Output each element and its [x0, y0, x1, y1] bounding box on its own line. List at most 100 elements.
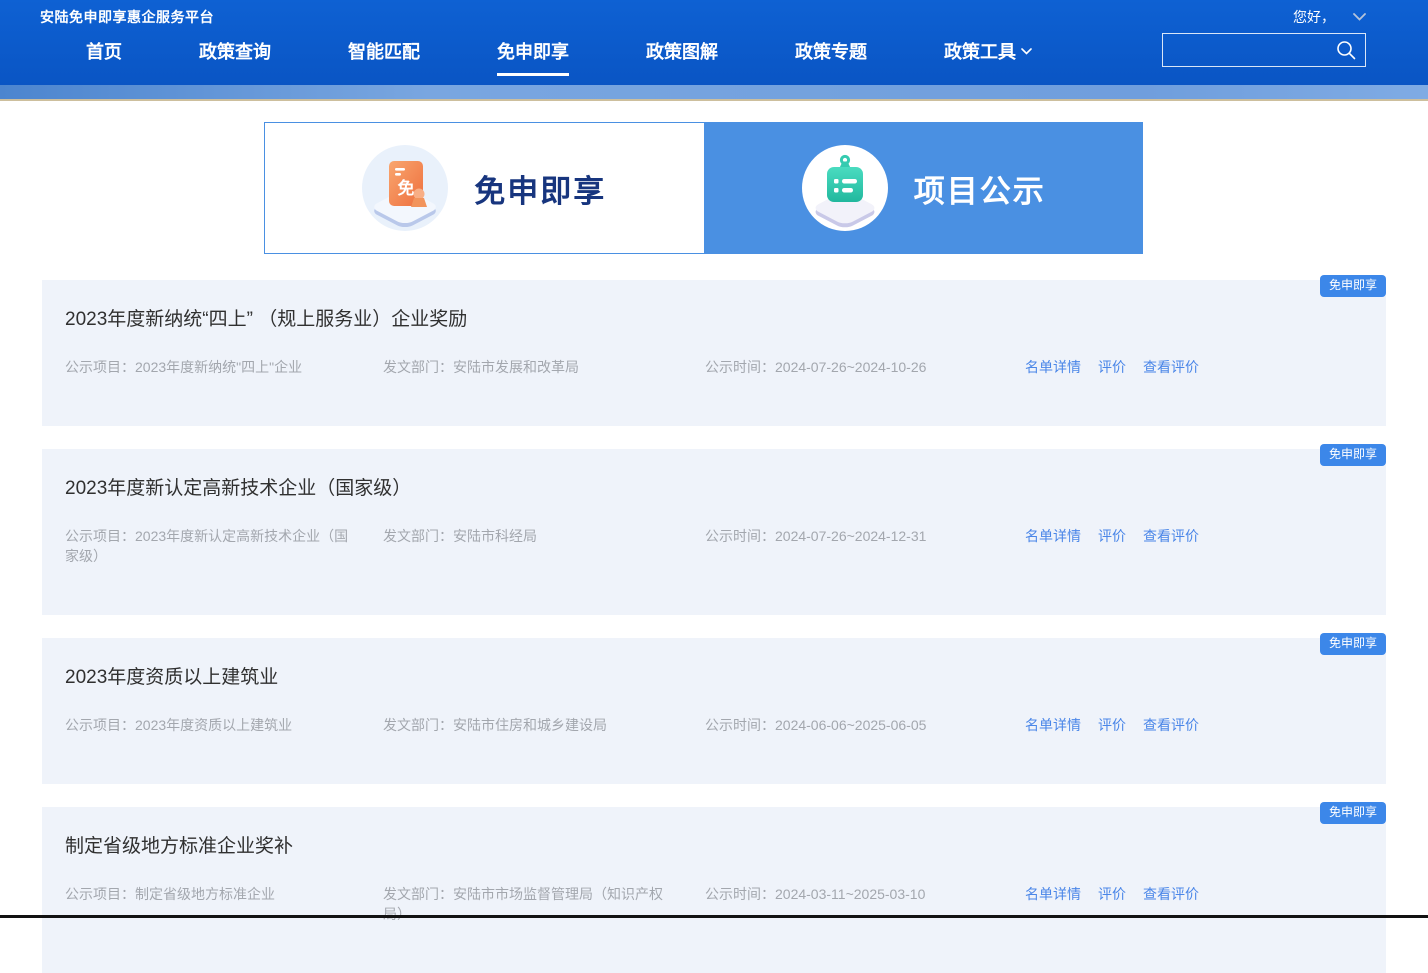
project-field-value: 2023年度新纳统"四上"企业 [135, 359, 302, 375]
project-field: 公示项目：2023年度新纳统"四上"企业 [65, 357, 360, 377]
department-field-label: 发文部门： [383, 717, 453, 733]
evaluate-link[interactable]: 评价 [1098, 357, 1126, 377]
time-field: 公示时间：2024-03-11~2025-03-10 [705, 884, 968, 904]
view-evaluation-link[interactable]: 查看评价 [1143, 526, 1199, 546]
section-tabs: 免 免申即享 [264, 122, 1143, 254]
status-badge: 免申即享 [1320, 633, 1386, 655]
project-meta: 公示项目：2023年度新纳统"四上"企业 发文部门：安陆市发展和改革局 公示时间… [65, 357, 1363, 377]
nav-item-label: 政策工具 [944, 38, 1016, 64]
project-field-label: 公示项目： [65, 359, 135, 375]
tab-xiangmugongshi[interactable]: 项目公示 [705, 122, 1144, 254]
department-field: 发文部门：安陆市市场监督管理局（知识产权局） [383, 884, 671, 924]
nav-item-政策工具[interactable]: 政策工具 [944, 38, 1032, 73]
tab-label: 免申即享 [474, 166, 606, 211]
project-title: 2023年度新纳统“四上” （规上服务业）企业奖励 [65, 307, 1363, 333]
status-badge: 免申即享 [1320, 444, 1386, 466]
department-field-label: 发文部门： [383, 359, 453, 375]
project-field-label: 公示项目： [65, 886, 135, 902]
time-field-value: 2024-07-26~2024-12-31 [775, 528, 926, 544]
nav-item-label: 智能匹配 [348, 38, 420, 64]
time-field: 公示时间：2024-07-26~2024-12-31 [705, 526, 968, 546]
chevron-down-icon[interactable] [1353, 13, 1366, 21]
project-field-label: 公示项目： [65, 717, 135, 733]
department-field: 发文部门：安陆市发展和改革局 [383, 357, 671, 377]
project-field: 公示项目：2023年度新认定高新技术企业（国家级） [65, 526, 360, 566]
card-actions: 名单详情评价查看评价 [1025, 357, 1199, 377]
project-publicity-icon [802, 145, 888, 231]
project-field-label: 公示项目： [65, 528, 135, 544]
view-evaluation-link[interactable]: 查看评价 [1143, 884, 1199, 904]
project-title: 2023年度新认定高新技术企业（国家级） [65, 476, 1363, 502]
project-meta: 公示项目：制定省级地方标准企业 发文部门：安陆市市场监督管理局（知识产权局） 公… [65, 884, 1363, 924]
exemption-certificate-icon: 免 [362, 145, 448, 231]
tab-label: 项目公示 [914, 166, 1046, 211]
nav-item-label: 政策图解 [646, 38, 718, 64]
site-title: 安陆免申即享惠企服务平台 [40, 7, 214, 27]
time-field-label: 公示时间： [705, 528, 775, 544]
project-list: 免申即享 2023年度新纳统“四上” （规上服务业）企业奖励 公示项目：2023… [42, 280, 1386, 973]
project-card: 免申即享 2023年度新认定高新技术企业（国家级） 公示项目：2023年度新认定… [42, 449, 1386, 615]
time-field: 公示时间：2024-06-06~2025-06-05 [705, 715, 968, 735]
project-field: 公示项目：2023年度资质以上建筑业 [65, 715, 360, 735]
card-actions: 名单详情评价查看评价 [1025, 526, 1199, 546]
time-field-label: 公示时间： [705, 359, 775, 375]
view-evaluation-link[interactable]: 查看评价 [1143, 715, 1199, 735]
list-detail-link[interactable]: 名单详情 [1025, 715, 1081, 735]
evaluate-link[interactable]: 评价 [1098, 526, 1126, 546]
department-field-value: 安陆市科经局 [453, 528, 537, 544]
department-field: 发文部门：安陆市住房和城乡建设局 [383, 715, 671, 735]
user-greeting[interactable]: 您好， [1293, 7, 1366, 27]
department-field-value: 安陆市发展和改革局 [453, 359, 579, 375]
nav-item-政策查询[interactable]: 政策查询 [199, 38, 271, 73]
time-field-label: 公示时间： [705, 717, 775, 733]
top-header: 安陆免申即享惠企服务平台 您好， 首页 政策查询 智能匹配 免申即享 政策图解 … [0, 0, 1428, 85]
time-field: 公示时间：2024-07-26~2024-10-26 [705, 357, 968, 377]
status-badge: 免申即享 [1320, 802, 1386, 824]
status-badge: 免申即享 [1320, 275, 1386, 297]
list-detail-link[interactable]: 名单详情 [1025, 884, 1081, 904]
chevron-down-icon [1021, 48, 1032, 55]
time-field-value: 2024-07-26~2024-10-26 [775, 359, 926, 375]
department-field-value: 安陆市住房和城乡建设局 [453, 717, 607, 733]
department-field: 发文部门：安陆市科经局 [383, 526, 671, 546]
nav-item-智能匹配[interactable]: 智能匹配 [348, 38, 420, 73]
time-field-value: 2024-06-06~2025-06-05 [775, 717, 926, 733]
project-meta: 公示项目：2023年度新认定高新技术企业（国家级） 发文部门：安陆市科经局 公示… [65, 526, 1363, 566]
project-card: 免申即享 2023年度新纳统“四上” （规上服务业）企业奖励 公示项目：2023… [42, 280, 1386, 426]
project-card: 免申即享 2023年度资质以上建筑业 公示项目：2023年度资质以上建筑业 发文… [42, 638, 1386, 784]
svg-text:免: 免 [398, 178, 415, 198]
department-field-label: 发文部门： [383, 886, 453, 902]
search-icon[interactable] [1335, 39, 1357, 61]
main-nav: 首页 政策查询 智能匹配 免申即享 政策图解 政策专题 政策工具 [86, 38, 1032, 76]
project-field: 公示项目：制定省级地方标准企业 [65, 884, 360, 904]
project-field-value: 2023年度资质以上建筑业 [135, 717, 292, 733]
nav-item-label: 免申即享 [497, 38, 569, 64]
nav-item-政策图解[interactable]: 政策图解 [646, 38, 718, 73]
card-actions: 名单详情评价查看评价 [1025, 715, 1199, 735]
nav-item-label: 政策查询 [199, 38, 271, 64]
tab-mianshenjixiang[interactable]: 免 免申即享 [264, 122, 705, 254]
greeting-text: 您好， [1293, 7, 1335, 27]
project-card: 免申即享 制定省级地方标准企业奖补 公示项目：制定省级地方标准企业 发文部门：安… [42, 807, 1386, 973]
view-evaluation-link[interactable]: 查看评价 [1143, 357, 1199, 377]
project-title: 制定省级地方标准企业奖补 [65, 834, 1363, 860]
list-detail-link[interactable]: 名单详情 [1025, 526, 1081, 546]
time-field-value: 2024-03-11~2025-03-10 [775, 886, 925, 902]
nav-item-首页[interactable]: 首页 [86, 38, 122, 73]
card-actions: 名单详情评价查看评价 [1025, 884, 1199, 904]
search-input[interactable] [1163, 42, 1335, 58]
list-detail-link[interactable]: 名单详情 [1025, 357, 1081, 377]
time-field-label: 公示时间： [705, 886, 775, 902]
nav-item-政策专题[interactable]: 政策专题 [795, 38, 867, 73]
project-field-value: 制定省级地方标准企业 [135, 886, 275, 902]
project-meta: 公示项目：2023年度资质以上建筑业 发文部门：安陆市住房和城乡建设局 公示时间… [65, 715, 1363, 735]
search-box[interactable] [1162, 33, 1366, 67]
nav-item-label: 首页 [86, 38, 122, 64]
evaluate-link[interactable]: 评价 [1098, 884, 1126, 904]
department-field-label: 发文部门： [383, 528, 453, 544]
header-decor-band [0, 85, 1428, 101]
nav-item-label: 政策专题 [795, 38, 867, 64]
nav-item-免申即享[interactable]: 免申即享 [497, 38, 569, 76]
evaluate-link[interactable]: 评价 [1098, 715, 1126, 735]
project-title: 2023年度资质以上建筑业 [65, 665, 1363, 691]
